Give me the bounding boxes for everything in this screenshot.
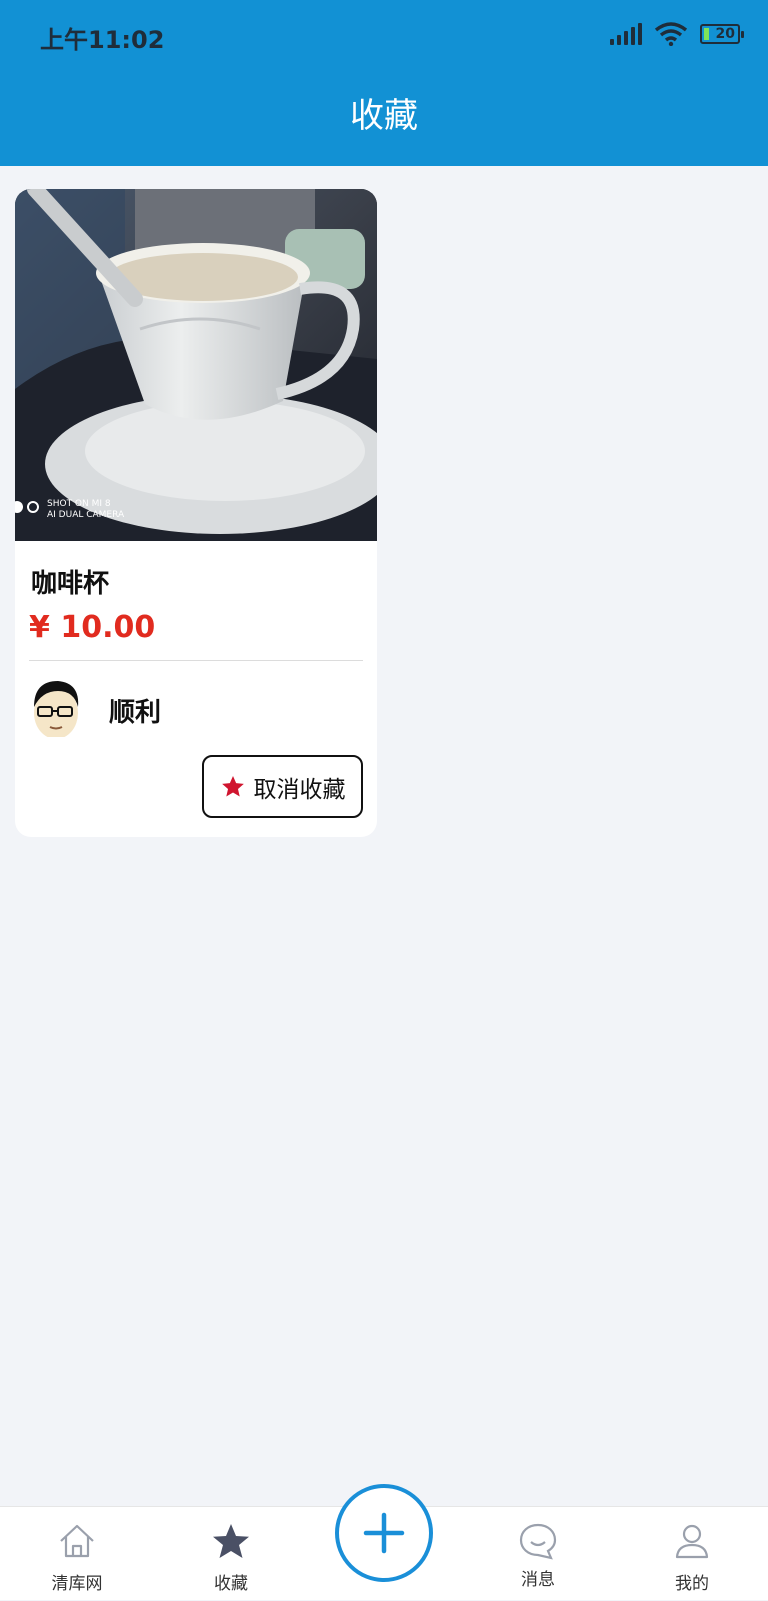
- product-price: ¥ 10.00: [29, 610, 156, 645]
- tab-profile[interactable]: 我的: [637, 1507, 747, 1601]
- tab-messages[interactable]: 消息: [483, 1507, 593, 1601]
- product-name: 咖啡杯: [31, 569, 110, 599]
- watermark-line2: AI DUAL CAMERA: [47, 510, 125, 520]
- tab-favorites-label: 收藏: [214, 1574, 248, 1594]
- coffee-cup-photo: [15, 189, 377, 541]
- photo-watermark: SHOT ON MI 8 AI DUAL CAMERA: [47, 499, 124, 521]
- battery-level: 20: [715, 26, 735, 42]
- tab-home[interactable]: 清库网: [22, 1507, 132, 1601]
- tab-home-label: 清库网: [51, 1574, 103, 1594]
- wifi-icon: [654, 22, 688, 46]
- status-time: 上午11:02: [40, 26, 165, 54]
- battery-icon: 20: [700, 24, 744, 44]
- chat-bubble-icon: [519, 1523, 557, 1560]
- watermark-line1: SHOT ON MI 8: [47, 499, 111, 509]
- seller-name: 顺利: [109, 698, 162, 728]
- seller-avatar[interactable]: [28, 677, 84, 737]
- unfavorite-button[interactable]: 取消收藏: [202, 755, 363, 818]
- tab-profile-label: 我的: [675, 1574, 709, 1594]
- product-photo[interactable]: SHOT ON MI 8 AI DUAL CAMERA: [15, 189, 377, 541]
- favorite-item-card[interactable]: SHOT ON MI 8 AI DUAL CAMERA 咖啡杯 ¥ 10.00 …: [15, 189, 377, 837]
- carousel-indicator: [15, 501, 39, 513]
- star-icon: [213, 1524, 249, 1558]
- home-icon: [60, 1524, 94, 1558]
- divider: [29, 660, 363, 661]
- page-title: 收藏: [350, 96, 418, 136]
- tab-favorites[interactable]: 收藏: [176, 1507, 286, 1601]
- top-app-bar: 上午11:02 20 收藏: [0, 0, 768, 166]
- publish-button[interactable]: [335, 1484, 433, 1582]
- star-icon: [221, 775, 244, 797]
- plus-icon: [363, 1512, 405, 1554]
- tab-messages-label: 消息: [521, 1570, 555, 1590]
- unfavorite-label: 取消收藏: [253, 776, 346, 803]
- signal-icon: [610, 23, 642, 45]
- person-icon: [675, 1524, 709, 1559]
- status-icons: 20: [610, 20, 744, 48]
